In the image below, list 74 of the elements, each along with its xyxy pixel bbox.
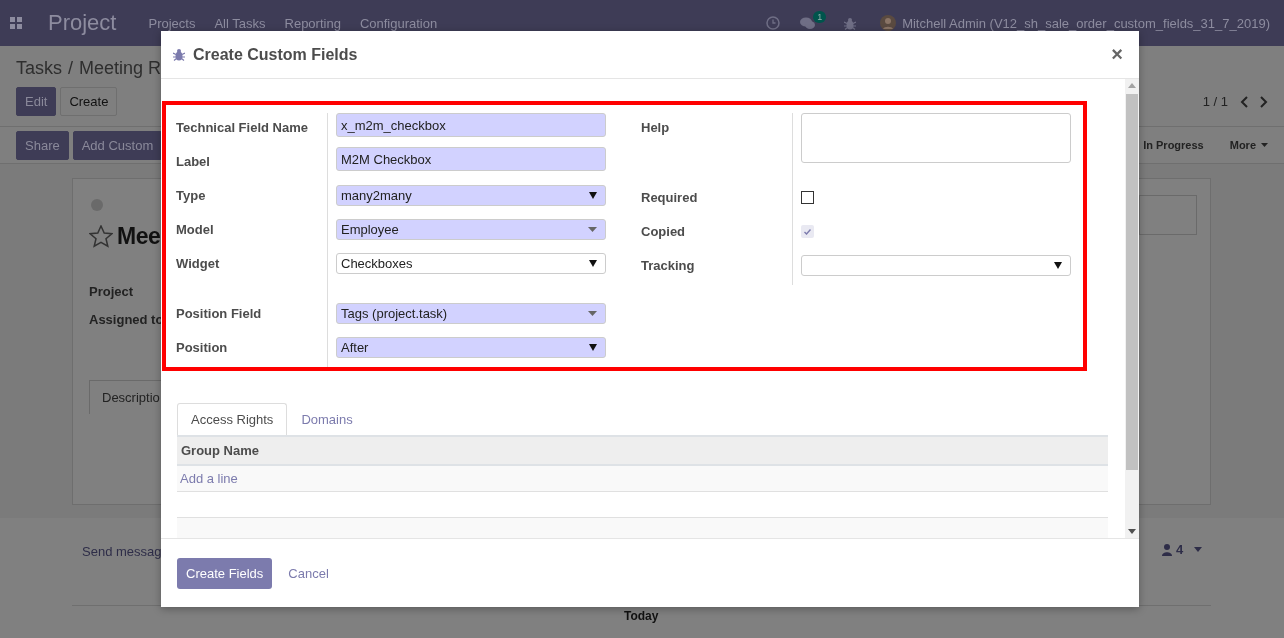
field-label: Technical Field Name: [176, 119, 309, 137]
field-label: Label: [176, 153, 211, 171]
select-field[interactable]: Employee: [336, 219, 606, 240]
person-icon[interactable]: [1162, 543, 1172, 556]
check-icon: [804, 228, 811, 235]
follower-count[interactable]: 4: [1176, 542, 1184, 557]
star-icon[interactable]: [89, 225, 113, 248]
date-separator: Today: [624, 609, 659, 623]
column-header[interactable]: Group Name: [177, 435, 1108, 466]
scroll-up-icon[interactable]: [1128, 83, 1136, 88]
apps-grid-icon[interactable]: [10, 17, 22, 29]
caret-icon: [589, 344, 597, 351]
action-button[interactable]: Share: [16, 130, 69, 160]
field-label: Tracking: [641, 257, 696, 275]
notification-badge: 1: [813, 10, 827, 23]
dialog-title: Create Custom Fields: [193, 45, 358, 64]
select-field[interactable]: After: [336, 337, 606, 358]
send-message-link[interactable]: Send messag: [82, 544, 162, 559]
clock-icon[interactable]: [766, 16, 781, 30]
menu-item[interactable]: All Tasks: [214, 15, 266, 31]
menu-item[interactable]: Configuration: [359, 15, 438, 31]
app-title: Project: [48, 10, 117, 36]
caret-icon: [589, 260, 597, 267]
more-dropdown[interactable]: More: [1229, 139, 1256, 151]
text-input[interactable]: M2M Checkbox: [336, 147, 606, 171]
close-button[interactable]: ×: [1107, 43, 1127, 66]
field-box: [1139, 195, 1197, 235]
caret-icon: [1054, 262, 1062, 269]
pager-counter: 1 / 1: [1202, 94, 1228, 109]
add-line-link[interactable]: Add a line: [180, 471, 238, 486]
breadcrumb-current: Meeting R: [79, 58, 162, 79]
tab[interactable]: Domains: [287, 403, 367, 435]
tab[interactable]: Access Rights: [177, 403, 288, 435]
caret-icon: [1261, 143, 1268, 147]
edit-button[interactable]: Edit: [16, 87, 57, 116]
scroll-down-icon[interactable]: [1128, 529, 1136, 534]
caret-icon: [589, 192, 597, 199]
caret-icon: [588, 311, 597, 316]
action-button[interactable]: Add Custom: [72, 130, 163, 160]
select-field[interactable]: [801, 255, 1071, 276]
field-label: Position: [176, 339, 229, 357]
field-label: Type: [176, 187, 207, 205]
user-name[interactable]: Mitchell Admin (V12_sh_sale_order_custom_fields_31_7_2019): [902, 15, 1270, 31]
field-label: Model: [176, 221, 215, 239]
record-title: Mee: [117, 223, 161, 250]
field-label: Copied: [641, 223, 687, 241]
menu-item[interactable]: Reporting: [284, 15, 341, 31]
select-field[interactable]: many2many: [336, 185, 606, 206]
caret-icon: [588, 227, 597, 232]
field-label: Required: [641, 189, 699, 207]
cancel-button[interactable]: Cancel: [276, 557, 341, 589]
field-label: Widget: [176, 255, 221, 273]
create-button[interactable]: Create: [60, 87, 118, 116]
avatar-icon[interactable]: [880, 15, 897, 31]
menu-item[interactable]: Projects: [148, 15, 196, 31]
previous-icon[interactable]: [1240, 95, 1248, 108]
bug-icon: [173, 48, 185, 61]
breadcrumb-link[interactable]: Tasks: [16, 58, 62, 79]
breadcrumb-separator: /: [68, 58, 74, 79]
field-label: Help: [641, 119, 671, 137]
chat-icon[interactable]: [800, 16, 817, 30]
select-field[interactable]: Checkboxes: [336, 253, 606, 274]
caret-icon[interactable]: [1194, 547, 1202, 552]
field-label: Project: [89, 284, 134, 299]
field-label: Position Field: [176, 305, 263, 323]
select-field[interactable]: Tags (project.task): [336, 303, 606, 324]
checkbox[interactable]: [801, 191, 814, 204]
next-icon[interactable]: [1260, 95, 1268, 108]
stage-label[interactable]: In Progress: [1143, 139, 1204, 151]
text-input[interactable]: x_m2m_checkbox: [336, 113, 606, 137]
create-fields-button[interactable]: Create Fields: [177, 557, 273, 589]
textarea-field[interactable]: [801, 113, 1071, 163]
scrollbar[interactable]: [1125, 79, 1139, 538]
bug-icon[interactable]: [844, 16, 857, 30]
